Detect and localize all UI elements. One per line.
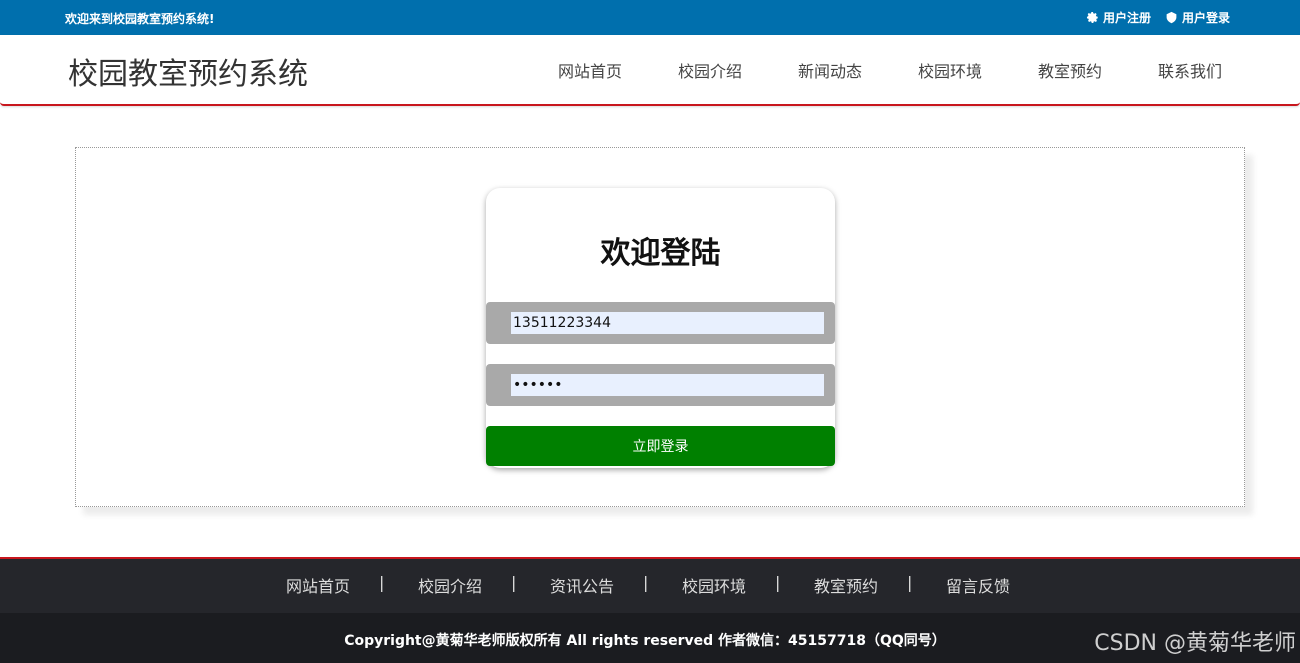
top-bar: 欢迎来到校园教室预约系统! 用户注册 用户登录	[0, 0, 1300, 35]
nav-item-news[interactable]: 新闻动态	[770, 58, 890, 82]
welcome-text: 欢迎来到校园教室预约系统!	[65, 12, 215, 26]
nav-item-contact[interactable]: 联系我们	[1130, 58, 1250, 82]
footer-item-booking[interactable]: 教室预约	[814, 573, 878, 597]
register-link[interactable]: 用户注册	[1086, 9, 1151, 26]
footer-nav: 网站首页 | 校园介绍 | 资讯公告 | 校园环境 | 教室预约 | 留言反馈	[0, 557, 1300, 613]
footer-separator: |	[775, 573, 781, 592]
username-field-wrap	[486, 302, 835, 344]
username-input[interactable]	[511, 312, 824, 334]
gear-icon	[1086, 11, 1098, 24]
footer-item-environment[interactable]: 校园环境	[682, 573, 746, 597]
password-field-wrap	[486, 364, 835, 406]
register-label: 用户注册	[1102, 11, 1151, 25]
login-link[interactable]: 用户登录	[1165, 9, 1230, 26]
watermark: CSDN @黄菊华老师	[1094, 631, 1296, 656]
footer-item-home[interactable]: 网站首页	[286, 573, 350, 597]
nav-item-environment[interactable]: 校园环境	[890, 58, 1010, 82]
login-card: 欢迎登陆 立即登录	[486, 188, 835, 468]
footer-separator: |	[907, 573, 913, 592]
top-links: 用户注册 用户登录	[1086, 9, 1230, 26]
footer-item-intro[interactable]: 校园介绍	[418, 573, 482, 597]
nav-item-intro[interactable]: 校园介绍	[650, 58, 770, 82]
login-title: 欢迎登陆	[600, 236, 721, 271]
login-label: 用户登录	[1181, 11, 1230, 25]
nav-item-booking[interactable]: 教室预约	[1010, 58, 1130, 82]
site-header: 校园教室预约系统 网站首页 校园介绍 新闻动态 校园环境 教室预约 联系我们	[0, 35, 1300, 106]
footer-separator: |	[379, 573, 385, 592]
footer-item-feedback[interactable]: 留言反馈	[946, 573, 1010, 597]
password-input[interactable]	[511, 374, 824, 396]
main-nav: 网站首页 校园介绍 新闻动态 校园环境 教室预约 联系我们	[530, 58, 1270, 82]
login-button[interactable]: 立即登录	[486, 426, 835, 466]
footer-separator: |	[511, 573, 517, 592]
footer-item-notices[interactable]: 资讯公告	[550, 573, 614, 597]
user-icon	[1166, 11, 1177, 24]
footer-separator: |	[643, 573, 649, 592]
site-title: 校园教室预约系统	[68, 57, 308, 92]
nav-item-home[interactable]: 网站首页	[530, 58, 650, 82]
